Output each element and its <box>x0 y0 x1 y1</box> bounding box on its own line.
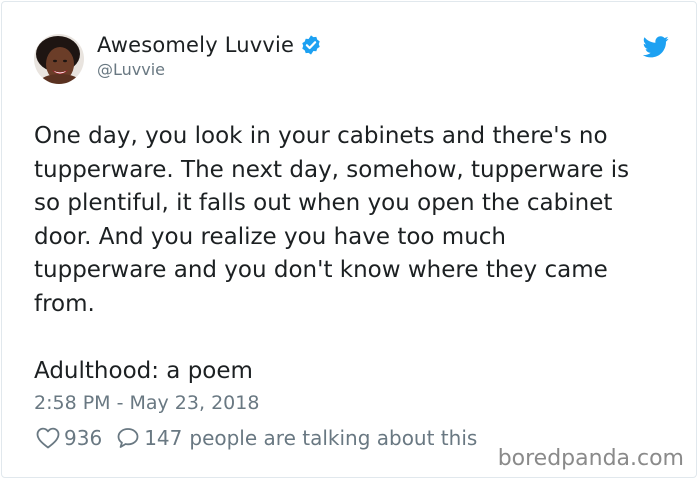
watermark: boredpanda.com <box>497 446 684 471</box>
author-handle[interactable]: @Luvvie <box>97 60 165 79</box>
verified-badge-icon <box>300 34 322 56</box>
avatar[interactable] <box>34 34 84 84</box>
author-name[interactable]: Awesomely Luvvie <box>97 33 294 57</box>
tweet-text: One day, you look in your cabinets and t… <box>34 123 630 384</box>
heart-icon[interactable] <box>36 427 60 449</box>
reply-count: 147 <box>144 426 183 450</box>
tweet-card: Awesomely Luvvie @Luvvie One day, you lo… <box>1 1 697 478</box>
like-count: 936 <box>64 426 103 450</box>
tweet-timestamp[interactable]: 2:58 PM - May 23, 2018 <box>34 392 259 414</box>
avatar-portrait-icon <box>34 34 84 84</box>
reply-bubble-icon[interactable] <box>116 427 140 449</box>
author-row: Awesomely Luvvie <box>97 33 322 57</box>
tweet-actions: 936 147 people are talking about this <box>36 426 477 450</box>
talking-label[interactable]: people are talking about this <box>189 426 477 450</box>
twitter-bird-icon[interactable] <box>642 36 669 58</box>
